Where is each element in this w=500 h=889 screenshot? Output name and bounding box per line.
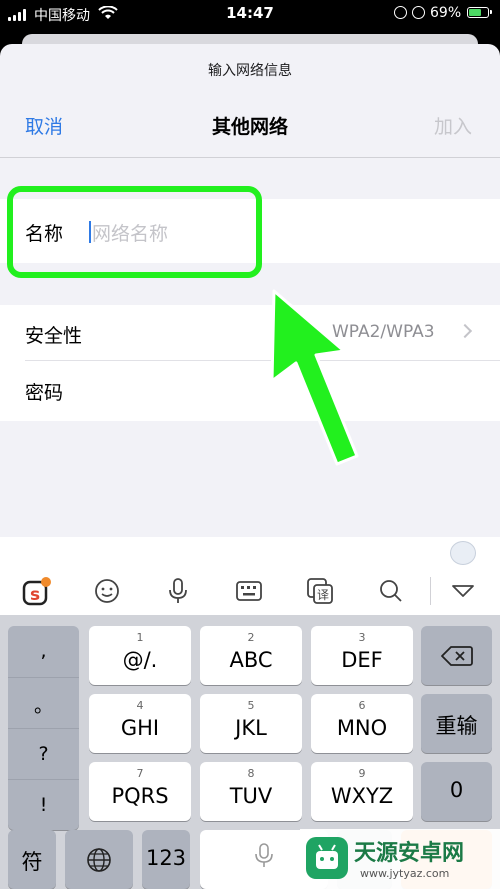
key-8[interactable]: 8 TUV: [200, 762, 302, 821]
sogou-logo-icon[interactable]: s: [22, 576, 52, 606]
assistant-mascot-icon[interactable]: [450, 541, 476, 565]
battery-percent: 69%: [430, 5, 462, 21]
key-7[interactable]: 7 PQRS: [89, 762, 191, 821]
backspace-icon: [441, 646, 473, 666]
translate-icon[interactable]: 译: [305, 576, 335, 606]
clock: 14:47: [226, 4, 274, 22]
key-5[interactable]: 5 JKL: [200, 694, 302, 753]
highlight-box: [7, 186, 262, 278]
key-2[interactable]: 2 ABC: [200, 626, 302, 685]
backspace-key[interactable]: [421, 626, 492, 685]
punctuation-column[interactable]: , 。 ? !: [8, 626, 79, 830]
key-3[interactable]: 3 DEF: [311, 626, 413, 685]
orientation-lock-icon: [394, 6, 407, 19]
password-row[interactable]: 密码: [0, 361, 500, 421]
cancel-button[interactable]: 取消: [25, 112, 63, 139]
numbers-key[interactable]: 123: [142, 830, 190, 889]
svg-text:译: 译: [317, 588, 329, 602]
collapse-keyboard-icon[interactable]: [448, 576, 478, 606]
emoji-icon[interactable]: [92, 576, 122, 606]
punctuation-key[interactable]: ?: [8, 743, 79, 765]
symbols-key[interactable]: 符: [8, 830, 56, 889]
watermark-url: www.jytyaz.com: [360, 867, 450, 880]
search-icon[interactable]: [376, 576, 406, 606]
zero-key[interactable]: 0: [421, 762, 492, 821]
watermark-logo-icon: [306, 837, 348, 879]
language-key[interactable]: [65, 830, 133, 889]
key-1[interactable]: 1 @/.: [89, 626, 191, 685]
join-button[interactable]: 加入: [434, 112, 472, 139]
punctuation-key[interactable]: !: [8, 794, 79, 816]
punctuation-key[interactable]: 。: [8, 691, 79, 718]
watermark: 天源安卓网 www.jytyaz.com: [300, 829, 500, 889]
key-6[interactable]: 6 MNO: [311, 694, 413, 753]
punctuation-key[interactable]: ,: [8, 640, 79, 662]
alarm-icon: [412, 6, 425, 19]
microphone-icon[interactable]: [163, 576, 193, 606]
ime-toolbar: s 译: [0, 567, 500, 615]
header-divider: [0, 157, 500, 158]
svg-text:s: s: [30, 585, 40, 605]
battery-icon: [467, 7, 492, 18]
keyboard-top-strip: [0, 537, 500, 567]
globe-icon: [87, 848, 111, 872]
security-label: 安全性: [25, 325, 83, 347]
password-label: 密码: [25, 382, 64, 404]
microphone-icon: [255, 843, 273, 867]
key-4[interactable]: 4 GHI: [89, 694, 191, 753]
chevron-right-icon: [457, 323, 473, 339]
retype-key[interactable]: 重输: [421, 694, 492, 753]
watermark-title: 天源安卓网: [354, 841, 465, 866]
key-9[interactable]: 9 WXYZ: [311, 762, 413, 821]
status-bar: 中国移动 14:47 69%: [0, 0, 500, 28]
keyboard-layout-icon[interactable]: [234, 576, 264, 606]
sheet-subtitle: 输入网络信息: [208, 63, 292, 79]
settings-group: 安全性 WPA2/WPA3 密码: [0, 305, 500, 421]
arrow-annotation-icon: [270, 289, 359, 466]
security-row[interactable]: 安全性 WPA2/WPA3: [0, 305, 500, 361]
